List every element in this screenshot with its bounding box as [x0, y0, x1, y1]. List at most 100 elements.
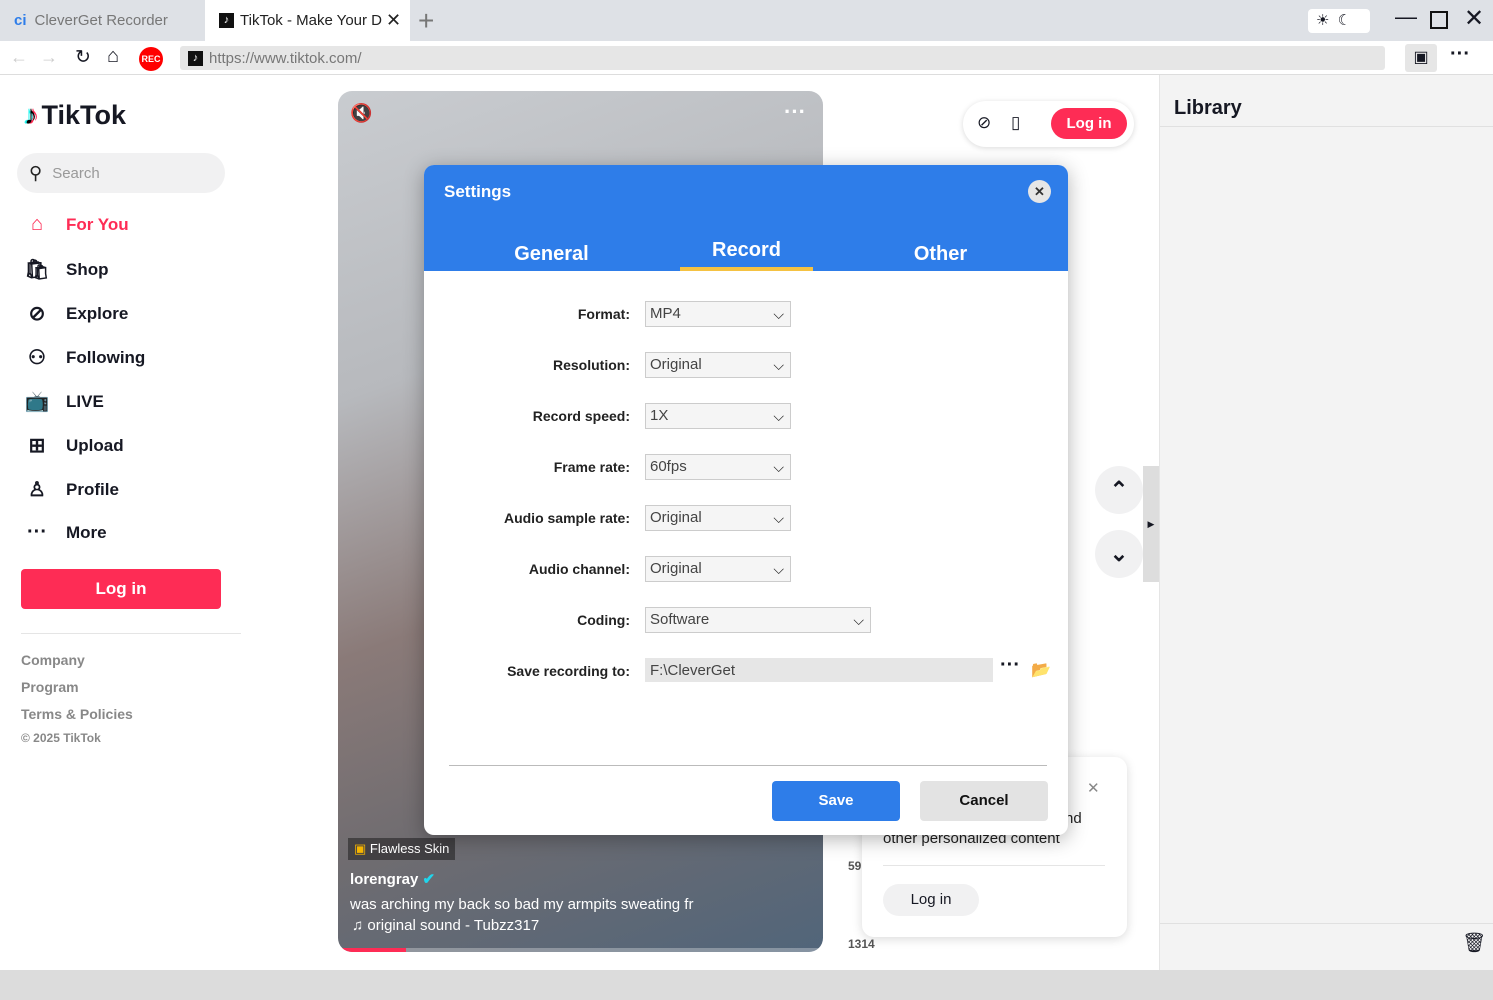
resolution-row: Resolution: Original ⌵	[424, 352, 1068, 378]
save-path-value: F:\CleverGet	[650, 662, 736, 679]
library-title: Library	[1174, 97, 1242, 119]
audio-channel-row: Audio channel: Original ⌵	[424, 556, 1068, 582]
tab-cleverget[interactable]: ci CleverGet Recorder	[0, 0, 205, 41]
video-author[interactable]: lorengray ✔	[350, 870, 435, 888]
header-login-button[interactable]: Log in	[1051, 108, 1127, 139]
chevron-down-icon: ⌵	[773, 306, 784, 322]
audio-channel-select[interactable]: Original ⌵	[645, 556, 791, 582]
trash-icon[interactable]: 🗑	[1462, 931, 1486, 955]
record-speed-label: Record speed:	[532, 408, 630, 424]
footer-copyright: © 2025 TikTok	[21, 731, 101, 745]
upload-icon: ⊞	[28, 435, 46, 457]
popup-close-icon[interactable]: ✕	[1087, 779, 1100, 797]
chevron-down-icon: ⌵	[853, 612, 864, 628]
browse-more-icon[interactable]: ···	[1000, 654, 1020, 677]
library-panel: Library 🗑	[1159, 75, 1493, 970]
coin-icon[interactable]: ⊘	[977, 113, 991, 133]
record-speed-select[interactable]: 1X ⌵	[645, 403, 791, 429]
settings-header: Settings ✕ General Record Other	[424, 165, 1068, 271]
tiktok-icon: ♪	[219, 13, 234, 28]
close-window-button[interactable]: ✕	[1464, 4, 1484, 33]
audio-channel-label: Audio channel:	[528, 561, 630, 577]
sidebar-item-for-you[interactable]: ⌂ For You	[24, 213, 129, 236]
save-button[interactable]: Save	[772, 781, 900, 821]
collapse-library-handle[interactable]: ▶	[1143, 466, 1159, 582]
sidebar-item-more[interactable]: ··· More	[24, 521, 107, 544]
tab-bar: ci CleverGet Recorder ♪ TikTok - Make Your…	[0, 0, 1493, 41]
frame-rate-select[interactable]: 60fps ⌵	[645, 454, 791, 480]
forward-icon[interactable]: →	[40, 47, 58, 68]
footer-company[interactable]: Company	[21, 652, 85, 668]
sidebar-item-profile[interactable]: ♙ Profile	[24, 477, 119, 502]
back-icon[interactable]: ←	[10, 47, 28, 68]
mute-icon[interactable]: 🔇	[350, 103, 372, 124]
video-sound[interactable]: ♫ original sound - Tubzz317	[352, 917, 539, 934]
folder-icon[interactable]: 📂	[1031, 660, 1051, 680]
device-icon[interactable]: ▯	[1011, 113, 1020, 133]
video-more-icon[interactable]: ···	[784, 99, 806, 125]
format-label: Format:	[577, 306, 630, 322]
tiktok-logo[interactable]: ♪ TikTok	[24, 100, 126, 131]
save-path-label: Save recording to:	[507, 663, 630, 679]
cancel-button[interactable]: Cancel	[920, 781, 1048, 821]
tab-record[interactable]: Record	[680, 239, 813, 262]
close-tab-icon[interactable]: ✕	[386, 10, 401, 31]
record-speed-row: Record speed: 1X ⌵	[424, 403, 1068, 429]
save-path-input[interactable]: F:\CleverGet	[645, 658, 993, 682]
sidebar-item-upload[interactable]: ⊞ Upload	[24, 433, 124, 458]
sidebar-item-following[interactable]: ⚇ Following	[24, 345, 145, 370]
effect-badge[interactable]: ▣ Flawless Skin	[348, 838, 456, 860]
sidebar-login-button[interactable]: Log in	[21, 569, 221, 609]
chevron-down-icon: ⌵	[773, 510, 784, 526]
music-icon: ♫	[352, 917, 368, 934]
audio-sample-rate-value: Original	[650, 509, 702, 526]
chevron-down-icon: ⌵	[773, 408, 784, 424]
tab-tiktok[interactable]: ♪ TikTok - Make Your D ✕	[205, 0, 410, 41]
previous-video-button[interactable]: ⌃	[1095, 466, 1143, 514]
chevron-down-icon: ⌵	[773, 561, 784, 577]
divider	[1160, 126, 1493, 127]
settings-close-button[interactable]: ✕	[1028, 180, 1051, 203]
tab-general[interactable]: General	[485, 243, 618, 266]
status-bar	[0, 970, 1493, 1000]
menu-icon[interactable]: ···	[1450, 43, 1470, 66]
library-toggle-icon[interactable]: ▣	[1405, 44, 1437, 72]
next-video-button[interactable]: ⌄	[1095, 530, 1143, 578]
chevron-down-icon: ⌵	[773, 459, 784, 475]
more-icon: ···	[27, 521, 47, 543]
format-value: MP4	[650, 305, 681, 322]
video-progress[interactable]	[338, 948, 823, 952]
coding-select[interactable]: Software ⌵	[645, 607, 871, 633]
home-icon[interactable]: ⌂	[107, 45, 119, 68]
tab-other[interactable]: Other	[874, 243, 1007, 266]
shop-icon: 🛍	[24, 259, 50, 281]
popup-login-button[interactable]: Log in	[883, 884, 979, 916]
url-input[interactable]: ♪ https://www.tiktok.com/	[180, 46, 1385, 70]
sidebar-item-live[interactable]: 📺 LIVE	[24, 389, 104, 414]
reload-icon[interactable]: ↻	[75, 46, 91, 69]
search-input[interactable]: ⚲ Search	[17, 153, 225, 193]
footer-terms[interactable]: Terms & Policies	[21, 706, 133, 722]
format-select[interactable]: MP4 ⌵	[645, 301, 791, 327]
frame-rate-row: Frame rate: 60fps ⌵	[424, 454, 1068, 480]
sidebar-item-shop[interactable]: 🛍 Shop	[24, 257, 108, 282]
settings-title: Settings	[444, 182, 512, 201]
minimize-button[interactable]: —	[1395, 4, 1417, 30]
verified-icon: ✔	[422, 871, 436, 888]
audio-sample-rate-label: Audio sample rate:	[503, 510, 630, 526]
resolution-select[interactable]: Original ⌵	[645, 352, 791, 378]
record-speed-value: 1X	[650, 407, 669, 424]
maximize-button[interactable]	[1430, 11, 1448, 29]
theme-toggle[interactable]: ☀ ☾	[1308, 9, 1370, 33]
audio-channel-value: Original	[650, 560, 702, 577]
active-tab-indicator	[680, 267, 813, 271]
new-tab-button[interactable]: +	[418, 5, 434, 37]
sidebar-item-explore[interactable]: ⊘ Explore	[24, 301, 129, 326]
frame-rate-value: 60fps	[650, 458, 687, 475]
compass-icon: ⊘	[28, 303, 46, 325]
record-button[interactable]: REC	[139, 47, 163, 71]
audio-sample-rate-select[interactable]: Original ⌵	[645, 505, 791, 531]
divider	[883, 865, 1105, 866]
footer-program[interactable]: Program	[21, 679, 79, 695]
search-icon: ⚲	[29, 162, 43, 183]
